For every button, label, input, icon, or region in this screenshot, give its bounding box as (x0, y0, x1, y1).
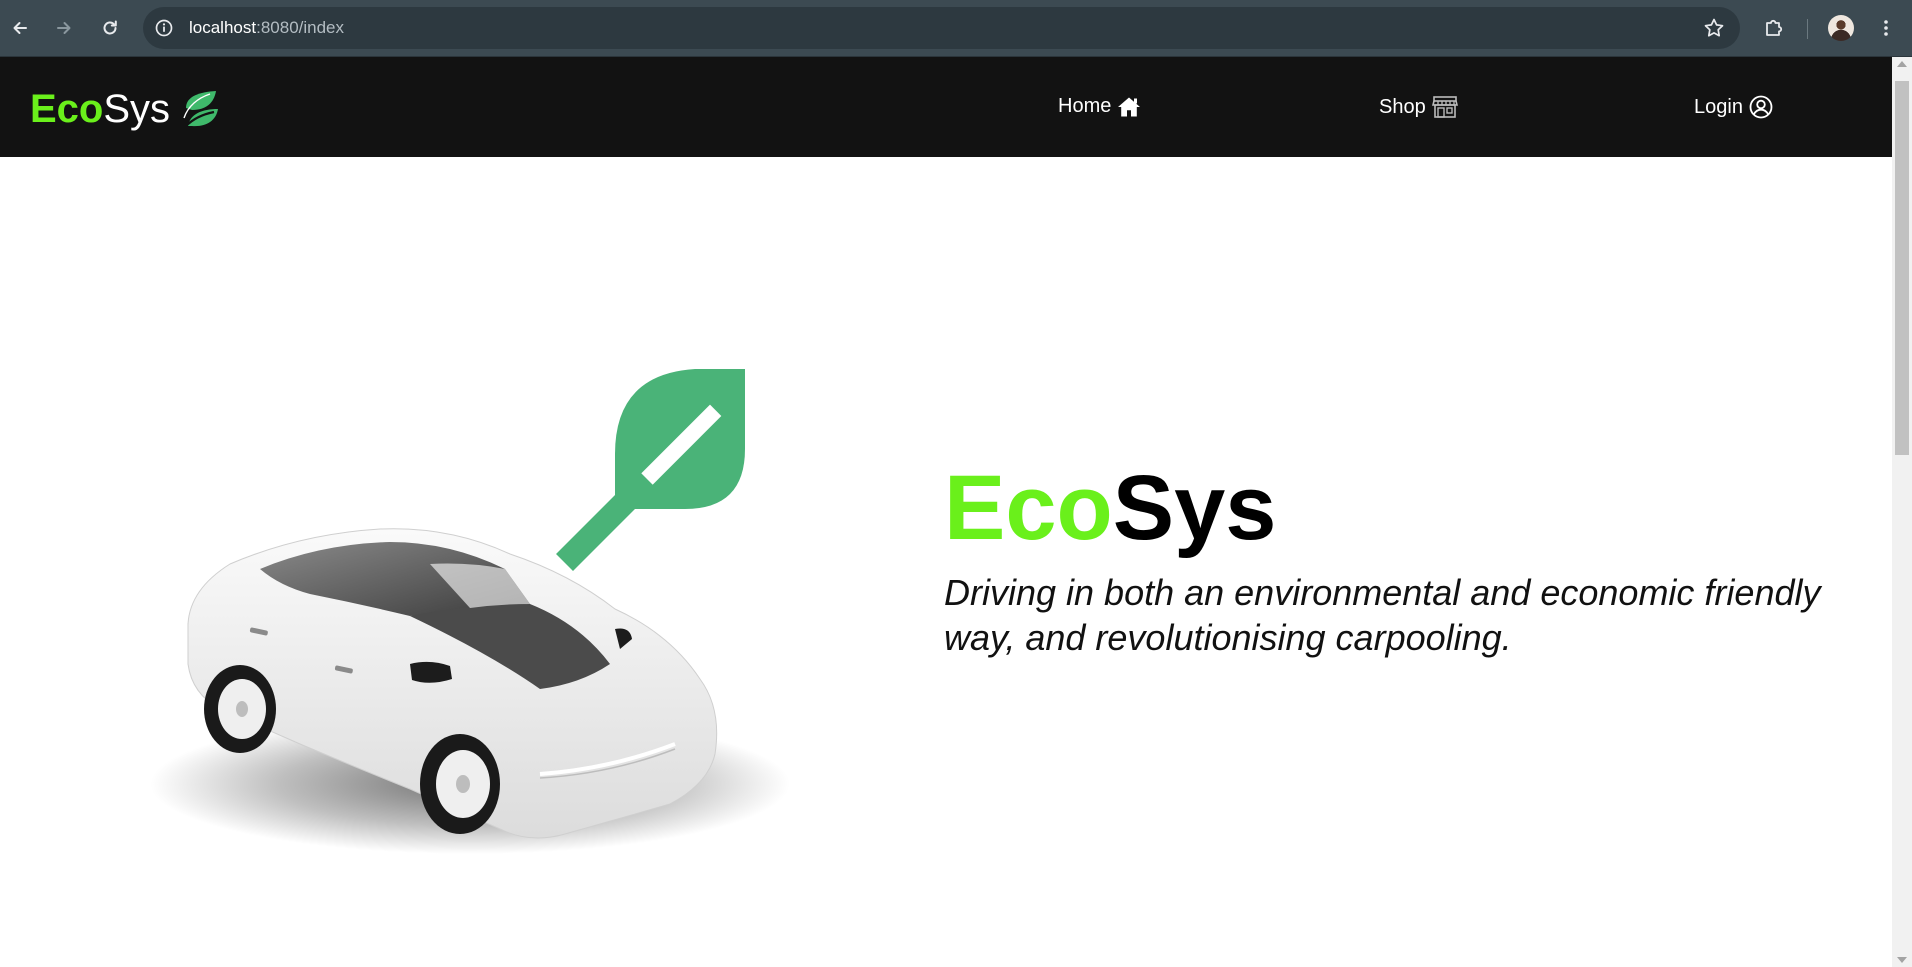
front-wheel (420, 734, 500, 834)
nav-login-link[interactable]: Login (1694, 95, 1773, 119)
brand-logo[interactable]: Eco Sys (30, 87, 222, 131)
bookmark-star-icon[interactable] (1702, 16, 1726, 40)
leaves-icon (180, 88, 222, 130)
back-button[interactable] (4, 12, 36, 44)
arrow-right-icon (57, 22, 71, 34)
browser-menu-button[interactable] (1870, 12, 1902, 44)
brand-eco-text: Eco (30, 87, 104, 131)
kebab-menu-icon (1884, 20, 1888, 36)
address-bar[interactable]: localhost:8080/index (143, 7, 1740, 49)
toolbar-divider (1807, 19, 1808, 39)
puzzle-icon (1766, 19, 1783, 36)
nav-login-label: Login (1694, 95, 1743, 118)
hero-title-eco: Eco (944, 457, 1113, 559)
hero-car-illustration (110, 304, 810, 904)
url-path: :8080/index (256, 18, 345, 37)
page-scrollbar[interactable] (1892, 57, 1912, 967)
hero-subtitle: Driving in both an environmental and eco… (944, 572, 1821, 658)
url-host: localhost (189, 18, 257, 37)
home-icon (1118, 97, 1141, 116)
scroll-thumb[interactable] (1895, 81, 1909, 455)
profile-avatar[interactable] (1828, 15, 1854, 41)
user-circle-icon (1749, 95, 1773, 119)
arrow-left-icon (13, 22, 27, 34)
scroll-down-arrow-icon[interactable] (1897, 957, 1907, 963)
nav-shop-link[interactable]: Shop (1379, 95, 1458, 119)
reload-button[interactable] (94, 12, 126, 44)
hero-title: EcoSys (944, 458, 1874, 558)
url-text[interactable]: localhost:8080/index (189, 18, 344, 38)
rear-wheel (204, 665, 276, 753)
extensions-button[interactable] (1758, 12, 1790, 44)
site-navbar: Eco Sys Home Shop Login (0, 57, 1892, 157)
hero-text-block: EcoSys Driving in both an environmental … (944, 458, 1874, 660)
hero-title-sys: Sys (1112, 457, 1277, 559)
browser-toolbar: localhost:8080/index (0, 0, 1912, 57)
leaf-icon (556, 369, 745, 571)
nav-home-label: Home (1058, 95, 1112, 117)
page-viewport: Eco Sys Home Shop Login EcoSys Driving i… (0, 57, 1892, 967)
forward-button[interactable] (48, 12, 80, 44)
nav-home-link[interactable]: Home (1058, 95, 1141, 118)
brand-sys-text: Sys (103, 87, 171, 131)
reload-icon (103, 20, 117, 35)
site-info-icon[interactable] (153, 17, 175, 39)
scroll-up-arrow-icon[interactable] (1897, 61, 1907, 67)
nav-shop-label: Shop (1379, 95, 1426, 118)
shop-icon (1431, 96, 1458, 118)
